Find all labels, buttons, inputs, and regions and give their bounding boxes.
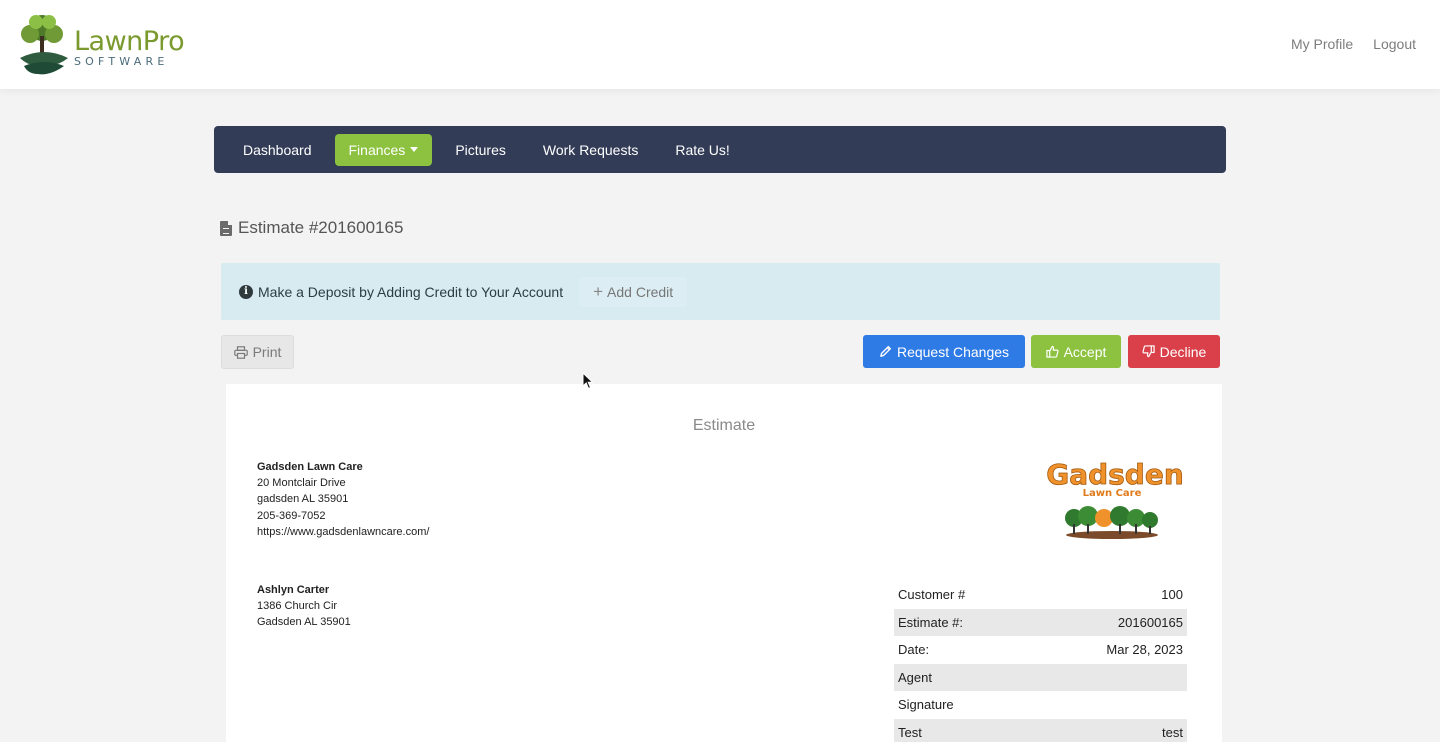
add-credit-label: Add Credit	[607, 283, 674, 300]
company-logo: Gadsden Lawn Care	[1046, 458, 1184, 539]
plus-icon: +	[593, 281, 604, 301]
company-address: Gadsden Lawn Care 20 Montclair Drive gad…	[257, 459, 429, 540]
printer-icon	[233, 345, 248, 359]
info-label: Agent	[898, 669, 932, 685]
decline-button[interactable]: Decline	[1128, 335, 1220, 368]
accept-button[interactable]: Accept	[1031, 335, 1121, 368]
thumbs-up-icon	[1045, 345, 1059, 358]
info-label: Test	[898, 724, 922, 740]
mouse-cursor-icon	[582, 372, 594, 390]
company-logo-line1: Gadsden	[1046, 458, 1184, 491]
info-label: Signature	[898, 697, 954, 713]
pencil-icon	[880, 345, 891, 357]
file-text-icon	[220, 220, 232, 236]
main-nav: Dashboard Finances Pictures Work Request…	[214, 126, 1226, 173]
info-label: Customer #	[898, 587, 966, 603]
thumbs-down-icon	[1142, 345, 1155, 358]
info-row: Signature	[894, 691, 1187, 719]
my-profile-link[interactable]: My Profile	[1291, 36, 1353, 52]
nav-pictures[interactable]: Pictures	[441, 134, 520, 166]
nav-dashboard[interactable]: Dashboard	[229, 134, 326, 166]
info-row: Agent	[894, 663, 1187, 691]
customer-name: Ashlyn Carter	[257, 584, 330, 596]
print-label: Print	[252, 344, 282, 360]
customer-address: Ashlyn Carter 1386 Church Cir Gadsden AL…	[257, 582, 351, 631]
logo-subtext: SOFTWARE	[74, 55, 169, 68]
nav-finances-dropdown[interactable]: Finances	[334, 133, 433, 166]
estimate-info-table: Customer # 100 Estimate #: 201600165 Dat…	[894, 581, 1187, 742]
company-name: Gadsden Lawn Care	[257, 461, 363, 473]
info-label: Date:	[898, 642, 930, 658]
page-title: Estimate #201600165	[220, 218, 403, 238]
info-label: Estimate #:	[898, 614, 964, 630]
logout-link[interactable]: Logout	[1373, 36, 1416, 52]
info-row: Date: Mar 28, 2023	[894, 636, 1187, 664]
nav-finances-label: Finances	[348, 141, 406, 158]
print-button[interactable]: Print	[221, 335, 294, 369]
info-value: 100	[1161, 587, 1183, 603]
info-row: Test test	[894, 718, 1187, 742]
lawnpro-logo[interactable]: LawnPro SOFTWARE	[16, 10, 186, 78]
info-value: 201600165	[1117, 614, 1183, 630]
company-website: https://www.gadsdenlawncare.com/	[257, 525, 430, 538]
deposit-alert: i Make a Deposit by Adding Credit to You…	[221, 263, 1220, 320]
logo-text: LawnPro	[74, 26, 185, 57]
company-city: gadsden AL 35901	[257, 493, 349, 506]
nav-work-requests[interactable]: Work Requests	[529, 134, 652, 166]
info-icon: i	[239, 284, 253, 299]
top-header: LawnPro SOFTWARE My Profile Logout	[0, 0, 1440, 89]
info-value: test	[1162, 724, 1183, 740]
info-value: Mar 28, 2023	[1106, 642, 1183, 658]
company-street: 20 Montclair Drive	[257, 477, 346, 490]
nav-rate-us[interactable]: Rate Us!	[661, 134, 743, 166]
info-row: Estimate #: 201600165	[894, 608, 1187, 636]
page-title-text: Estimate #201600165	[238, 218, 404, 237]
caret-down-icon	[410, 147, 419, 152]
document-heading: Estimate	[692, 417, 756, 434]
alert-text: Make a Deposit by Adding Credit to Your …	[258, 283, 564, 300]
customer-city: Gadsden AL 35901	[257, 616, 351, 629]
add-credit-button[interactable]: + Add Credit	[579, 276, 688, 307]
company-logo-line2: Lawn Care	[1083, 488, 1142, 499]
top-links: My Profile Logout	[1291, 36, 1416, 52]
company-phone: 205-369-7052	[257, 509, 326, 522]
request-changes-label: Request Changes	[896, 343, 1010, 360]
decline-label: Decline	[1159, 343, 1207, 360]
info-row: Customer # 100	[894, 581, 1187, 609]
tree-logo-icon	[20, 15, 68, 75]
customer-street: 1386 Church Cir	[257, 600, 338, 613]
request-changes-button[interactable]: Request Changes	[863, 335, 1025, 368]
accept-label: Accept	[1063, 343, 1107, 360]
estimate-document: Estimate Gadsden Lawn Care 20 Montclair …	[226, 384, 1222, 742]
